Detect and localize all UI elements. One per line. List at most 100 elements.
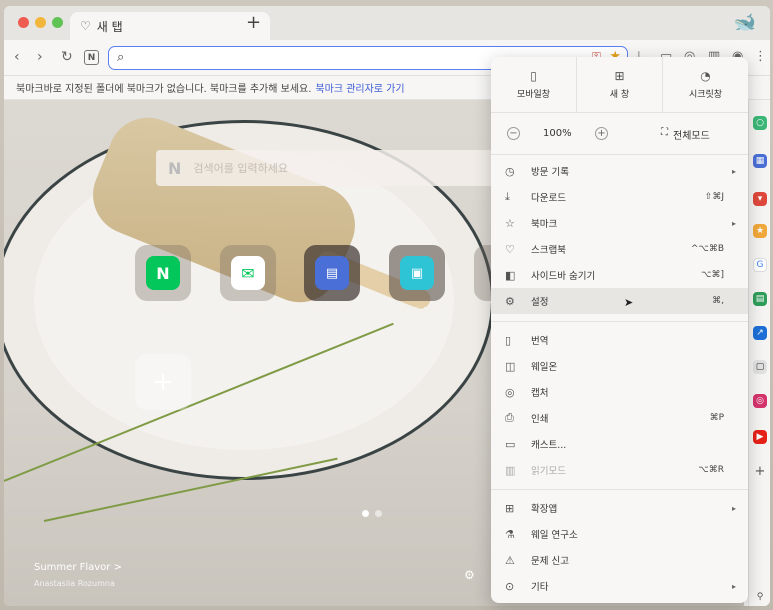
star-app-icon[interactable]: ★: [753, 224, 767, 238]
pin-icon[interactable]: ⚲: [753, 590, 767, 604]
mobile-window-label: 모바일창: [516, 90, 551, 100]
back-icon[interactable]: ‹: [14, 49, 20, 65]
menu-item-label: 캐스트...: [531, 440, 567, 451]
naver-search-box[interactable]: N 검색어를 입력하세요: [156, 150, 496, 186]
newtab-settings-icon[interactable]: ⚙: [464, 568, 475, 582]
zoom-row: − 100% + ⛶ 전체모드: [491, 113, 748, 155]
pocket-icon[interactable]: ▾: [753, 192, 767, 206]
mail-icon: ✉: [231, 256, 265, 290]
wallpaper-title[interactable]: Summer Flavor >: [34, 562, 122, 573]
menu-item-reader-mode: ▥ 읽기모드 ⌥⌘R: [491, 457, 748, 483]
naver-logo-icon: N: [168, 158, 182, 178]
carousel-dot-active[interactable]: [362, 510, 369, 517]
shortcut-tile: N: [135, 245, 191, 301]
search-icon: ⌕: [117, 50, 125, 65]
zoom-out-button[interactable]: −: [507, 127, 520, 140]
new-tab-button[interactable]: +: [246, 14, 261, 32]
menu-item-label: 북마크: [531, 219, 558, 230]
menu-item-shortcut: ⌘,: [712, 296, 724, 306]
forward-icon[interactable]: ›: [37, 49, 43, 65]
menu-item-label: 읽기모드: [531, 466, 566, 477]
menu-item-label: 인쇄: [531, 414, 549, 425]
extensions-icon: ⊞: [505, 501, 515, 515]
menu-item-bookmarks[interactable]: ☆ 북마크 ▸: [491, 210, 748, 236]
maximize-window-button[interactable]: [52, 17, 63, 28]
history-icon: ◷: [505, 164, 515, 178]
menu-item-whale-lab[interactable]: ⚗ 웨일 연구소: [491, 521, 748, 547]
google-icon[interactable]: G: [753, 258, 767, 272]
menu-item-print[interactable]: ⎙ 인쇄 ⌘P: [491, 405, 748, 431]
search-placeholder: 검색어를 입력하세요: [193, 162, 288, 175]
menu-item-shortcut: ⌥⌘R: [698, 465, 724, 475]
zoom-in-button[interactable]: +: [595, 127, 608, 140]
menu-item-label: 문제 신고: [531, 556, 569, 567]
menu-item-extensions[interactable]: ⊞ 확장앱 ▸: [491, 495, 748, 521]
right-sidebar: ○ ▦ ▾ ★ G ▤ ↗ ▢ ◎ ▶ + ⚲: [748, 100, 770, 606]
sheets-icon[interactable]: ▤: [753, 292, 767, 306]
shortcut-tile: ✉: [220, 245, 276, 301]
mouse-cursor-icon: ➤: [624, 296, 634, 309]
menu-item-label: 확장앱: [531, 504, 558, 515]
menu-item-label: 설정: [531, 297, 549, 308]
menu-item-capture[interactable]: ◎ 캡처: [491, 379, 748, 405]
new-window-icon: ⊞: [614, 69, 625, 83]
mobile-window-button[interactable]: ▯ 모바일창: [491, 57, 576, 112]
translate-icon: ▯: [505, 333, 512, 347]
shortcut-label: 네이버 뉴스: [314, 306, 350, 314]
shortcut-naver-mail[interactable]: ✉ 네이버 메일: [220, 245, 276, 315]
menu-separator: [491, 321, 748, 322]
menu-item-translate[interactable]: ▯ 번역: [491, 327, 748, 353]
shortcut-naver-shopping[interactable]: ▣ 네이버 쇼핑: [389, 245, 445, 315]
menu-item-history[interactable]: ◷ 방문 기록 ▸: [491, 158, 748, 184]
youtube-icon[interactable]: ▶: [753, 430, 767, 444]
menu-item-label: 웨일 연구소: [531, 530, 578, 541]
shortcut-tile: ▤: [304, 245, 360, 301]
reload-icon[interactable]: ↻: [61, 49, 73, 65]
add-sidebar-app-icon[interactable]: +: [753, 464, 767, 479]
submenu-arrow-icon: ▸: [731, 166, 736, 176]
bookmark-manager-link[interactable]: 북마크 관리자로 가기: [315, 80, 404, 95]
tab-new[interactable]: ♡ 새 탭: [70, 12, 270, 40]
calendar-icon[interactable]: ▦: [753, 154, 767, 168]
submenu-arrow-icon: ▸: [731, 218, 736, 228]
menu-item-shortcut: ⌘P: [709, 413, 724, 423]
whale-on-icon: ◫: [505, 359, 516, 373]
report-icon: ⚠: [505, 553, 515, 567]
trend-icon[interactable]: ↗: [753, 326, 767, 340]
menu-item-hide-sidebar[interactable]: ◧ 사이드바 숨기기 ⌥⌘]: [491, 262, 748, 288]
menu-window-buttons: ▯ 모바일창 ⊞ 새 창 ◔ 시크릿창: [491, 57, 748, 113]
shortcut-tile: ▣: [389, 245, 445, 301]
shortcut-naver[interactable]: N 네이버: [135, 245, 191, 315]
menu-item-cast[interactable]: ▭ 캐스트...: [491, 431, 748, 457]
menu-item-label: 사이드바 숨기기: [531, 271, 596, 282]
sidebar-app-icon[interactable]: ○: [753, 116, 767, 130]
menu-kebab-icon[interactable]: ⋮: [754, 49, 767, 64]
shortcut-label: 네이버: [153, 306, 173, 314]
shortcut-label: 네이버 쇼핑: [399, 306, 435, 314]
document-icon[interactable]: ▢: [753, 360, 767, 374]
menu-item-shortcut: ⌥⌘]: [701, 270, 724, 280]
menu-item-label: 번역: [531, 336, 549, 347]
browser-menu: ▯ 모바일창 ⊞ 새 창 ◔ 시크릿창 − 100% + ⛶ 전체모드 ◷ 방문…: [491, 57, 748, 603]
print-icon: ⎙: [505, 411, 514, 424]
minimize-window-button[interactable]: [35, 17, 46, 28]
new-window-label: 새 창: [609, 90, 630, 100]
carousel-dot[interactable]: [375, 510, 382, 517]
fullscreen-button[interactable]: ⛶ 전체모드: [661, 127, 710, 142]
menu-item-report[interactable]: ⚠ 문제 신고: [491, 547, 748, 573]
menu-item-scrapbook[interactable]: ♡ 스크랩북 ^⌥⌘B: [491, 236, 748, 262]
menu-item-more[interactable]: ⊙ 기타 ▸: [491, 573, 748, 599]
close-window-button[interactable]: [18, 17, 29, 28]
naver-home-icon[interactable]: N: [84, 50, 99, 65]
incognito-window-label: 시크릿창: [688, 90, 723, 100]
incognito-window-button[interactable]: ◔ 시크릿창: [662, 57, 748, 112]
new-window-button[interactable]: ⊞ 새 창: [576, 57, 662, 112]
wallpaper-author: Anastasiia Rozumna: [34, 579, 115, 588]
shortcut-naver-news[interactable]: ▤ 네이버 뉴스: [304, 245, 360, 315]
instagram-icon[interactable]: ◎: [753, 394, 767, 408]
menu-item-whale-on[interactable]: ◫ 웨일온: [491, 353, 748, 379]
settings-gear-icon: ⚙: [505, 294, 515, 308]
menu-item-settings[interactable]: ⚙ 설정 ⌘,: [491, 288, 748, 314]
menu-item-downloads[interactable]: ⤓ 다운로드 ⇧⌘J: [491, 184, 748, 210]
add-shortcut-button[interactable]: +: [135, 354, 191, 410]
